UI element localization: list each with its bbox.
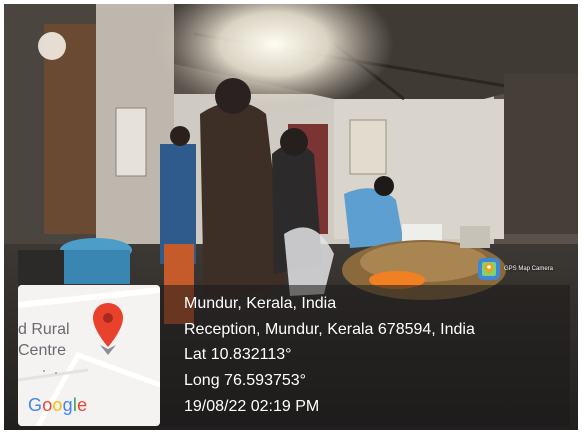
place-name: Mundur, Kerala, India (184, 295, 337, 312)
longitude: Long 76.593753° (184, 372, 307, 389)
logo-letter: o (52, 395, 63, 415)
logo-letter: g (62, 395, 73, 415)
logo-letter: G (28, 395, 43, 415)
location-info-box: Mundur, Kerala, India Reception, Mundur,… (160, 285, 570, 426)
person-foreground-head (215, 78, 251, 114)
person-head (280, 128, 308, 156)
map-place-label: d Rural (18, 321, 70, 338)
address-line: Reception, Mundur, Kerala 678594, India (184, 321, 475, 338)
app-name-label: GPS Map Camera (504, 266, 554, 272)
blue-bucket (62, 250, 130, 284)
person-head (374, 176, 394, 196)
gps-stamp-badge: GPS Map Camera (478, 258, 553, 280)
sacks (460, 226, 490, 248)
timestamp: 19/08/22 02:19 PM (184, 398, 320, 415)
gps-map-camera-icon (478, 258, 500, 280)
map-thumbnail: d Rural Centre Google (18, 285, 160, 426)
logo-letter: e (77, 395, 88, 415)
light-bulb (38, 32, 66, 60)
google-logo: Google (28, 395, 87, 416)
person-head (170, 126, 190, 146)
map-place-label: Centre (18, 342, 67, 359)
latitude: Lat 10.832113° (184, 346, 292, 363)
dark-bin (18, 250, 64, 290)
map-pin-icon (93, 303, 123, 355)
logo-letter: o (42, 395, 53, 415)
wall-calendar (349, 119, 387, 175)
wall-notice (115, 107, 147, 177)
right-window (504, 74, 578, 234)
